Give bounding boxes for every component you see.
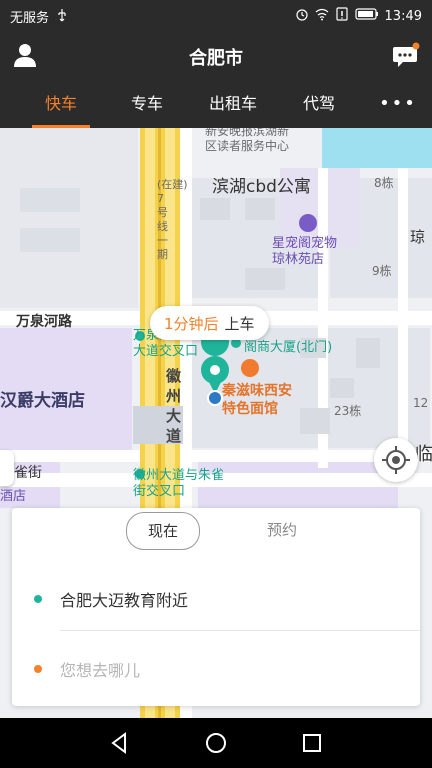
map-label-huizhou-ave: 徽 州 大 道 <box>166 367 182 445</box>
pickup-eta-bubble: 1分钟后 上车 <box>150 306 269 340</box>
map-label-hanjue-hotel: 汉爵大酒店 <box>0 391 85 411</box>
destination-input[interactable]: 您想去哪儿 <box>60 657 140 681</box>
service-tabs: 快车 专车 出租车 代驾 ••• <box>0 80 432 128</box>
map-label-reader-service: 新安晚报滨湖新 区读者服务中心 <box>205 128 290 153</box>
recents-icon[interactable] <box>300 731 324 755</box>
origin-dot-icon <box>34 595 42 603</box>
map-label-bldg9: 9栋 <box>372 264 392 278</box>
mode-reserve-button[interactable]: 预约 <box>246 512 318 548</box>
tab-premier[interactable]: 专车 <box>104 80 190 128</box>
city-title[interactable]: 合肥市 <box>0 44 432 70</box>
map-label-bldg12: 12 <box>413 396 429 410</box>
mode-now-button[interactable]: 现在 <box>126 512 200 550</box>
locate-me-button[interactable] <box>374 438 418 482</box>
map-label-binhu-cbd: 滨湖cbd公寓 <box>212 177 311 197</box>
origin-row[interactable]: 合肥大迈教育附近 <box>12 570 420 628</box>
tab-taxi[interactable]: 出租车 <box>190 80 276 128</box>
wifi-icon <box>315 7 329 25</box>
sim-alert-icon <box>335 7 349 25</box>
system-nav-bar <box>0 718 432 768</box>
map-label-road-construction: (在建) 7 号 线 一 期 <box>157 178 188 261</box>
map-label-bldg23: 23栋 <box>334 404 362 418</box>
map-label-bldg8: 8栋 <box>374 176 394 190</box>
car-icon <box>0 450 14 486</box>
tab-designated-driver[interactable]: 代驾 <box>276 80 362 128</box>
back-icon[interactable] <box>108 731 132 755</box>
pickup-eta: 1分钟后 <box>164 314 219 333</box>
map-label-jun: 琼 <box>410 228 426 246</box>
usb-icon <box>55 8 69 26</box>
app-header: 合肥市 <box>0 32 432 80</box>
battery-icon <box>354 7 379 25</box>
map-label-noodle-shop: 秦滋味西安 特色面馆 <box>222 383 292 417</box>
clock-text: 13:49 <box>384 8 422 24</box>
time-mode-toggle: 现在 预约 <box>124 512 324 550</box>
home-icon[interactable] <box>204 731 228 755</box>
map-label-wanquan-rd: 万泉河路 <box>16 314 72 330</box>
destination-row[interactable]: 您想去哪儿 <box>12 640 420 698</box>
alarm-icon <box>295 7 309 25</box>
map-label-hotel: 酒店 <box>0 489 27 504</box>
message-icon[interactable] <box>392 42 420 70</box>
map-label-intersection-bottom: 徽州大道与朱雀 街交叉口 <box>133 468 225 499</box>
origin-text: 合肥大迈教育附近 <box>60 591 189 610</box>
destination-dot-icon <box>34 665 42 673</box>
more-tabs-button[interactable]: ••• <box>370 80 426 128</box>
booking-card: 现在 预约 合肥大迈教育附近 您想去哪儿 <box>12 508 420 706</box>
status-bar: 无服务 13:49 <box>0 0 432 32</box>
tab-express[interactable]: 快车 <box>18 80 104 128</box>
crosshair-icon <box>382 446 410 474</box>
pickup-label: 上车 <box>224 314 255 333</box>
map-label-pet-shop: 星宠阁宠物 琼林苑店 <box>272 236 338 267</box>
divider <box>60 630 420 631</box>
carrier-text: 无服务 <box>10 11 50 26</box>
